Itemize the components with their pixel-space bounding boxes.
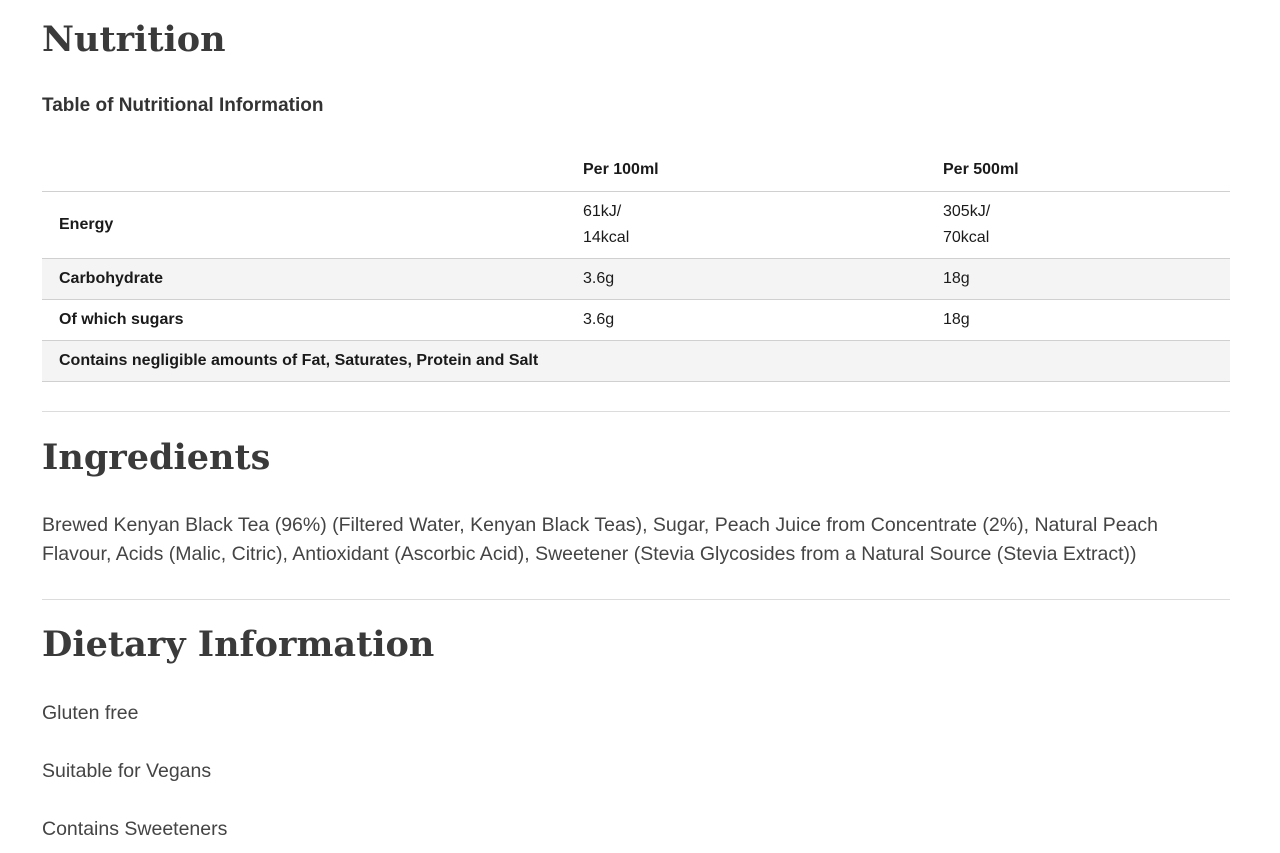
sugars-per-500ml: 18g [943,299,1230,341]
table-row-footnote: Contains negligible amounts of Fat, Satu… [42,340,1230,382]
row-label: Of which sugars [42,299,583,341]
sugars-per-100ml: 3.6g [583,299,943,341]
dietary-heading: Dietary Information [42,624,435,665]
energy-per-500ml: 305kJ/ 70kcal [943,191,1230,259]
column-header-per-500ml: Per 500ml [943,148,1230,192]
column-header-per-100ml: Per 100ml [583,148,943,192]
column-header-nutrient [42,148,583,192]
energy-kcal-per-500ml: 70kcal [943,229,990,246]
negligible-amounts-note: Contains negligible amounts of Fat, Satu… [42,340,1230,382]
energy-kj-per-500ml: 305kJ/ [943,203,991,220]
energy-kj-per-100ml: 61kJ/ [583,203,622,220]
row-label: Carbohydrate [42,258,583,300]
table-row-carbohydrate: Carbohydrate 3.6g 18g [42,258,1230,300]
table-caption: Table of Nutritional Information [42,95,324,116]
carbohydrate-per-100ml: 3.6g [583,258,943,300]
dietary-item-vegan: Suitable for Vegans [42,760,212,782]
energy-per-100ml: 61kJ/ 14kcal [583,191,943,259]
table-header-row: Per 100ml Per 500ml [42,148,1230,192]
ingredients-list: Brewed Kenyan Black Tea (96%) (Filtered … [42,514,1159,565]
energy-kcal-per-100ml: 14kcal [583,229,630,246]
section-divider [42,599,1230,600]
table-row-sugars: Of which sugars 3.6g 18g [42,299,1230,341]
table-row-energy: Energy 61kJ/ 14kcal 305kJ/ 70kcal [42,191,1230,259]
nutrition-table: Per 100ml Per 500ml Energy 61kJ/ 14kcal … [42,148,1230,382]
section-divider [42,411,1230,412]
dietary-item-gluten-free: Gluten free [42,702,139,724]
row-label: Energy [42,191,583,259]
carbohydrate-per-500ml: 18g [943,258,1230,300]
dietary-item-sweeteners: Contains Sweeteners [42,818,228,840]
ingredients-heading: Ingredients [42,437,271,478]
nutrition-heading: Nutrition [42,19,226,60]
